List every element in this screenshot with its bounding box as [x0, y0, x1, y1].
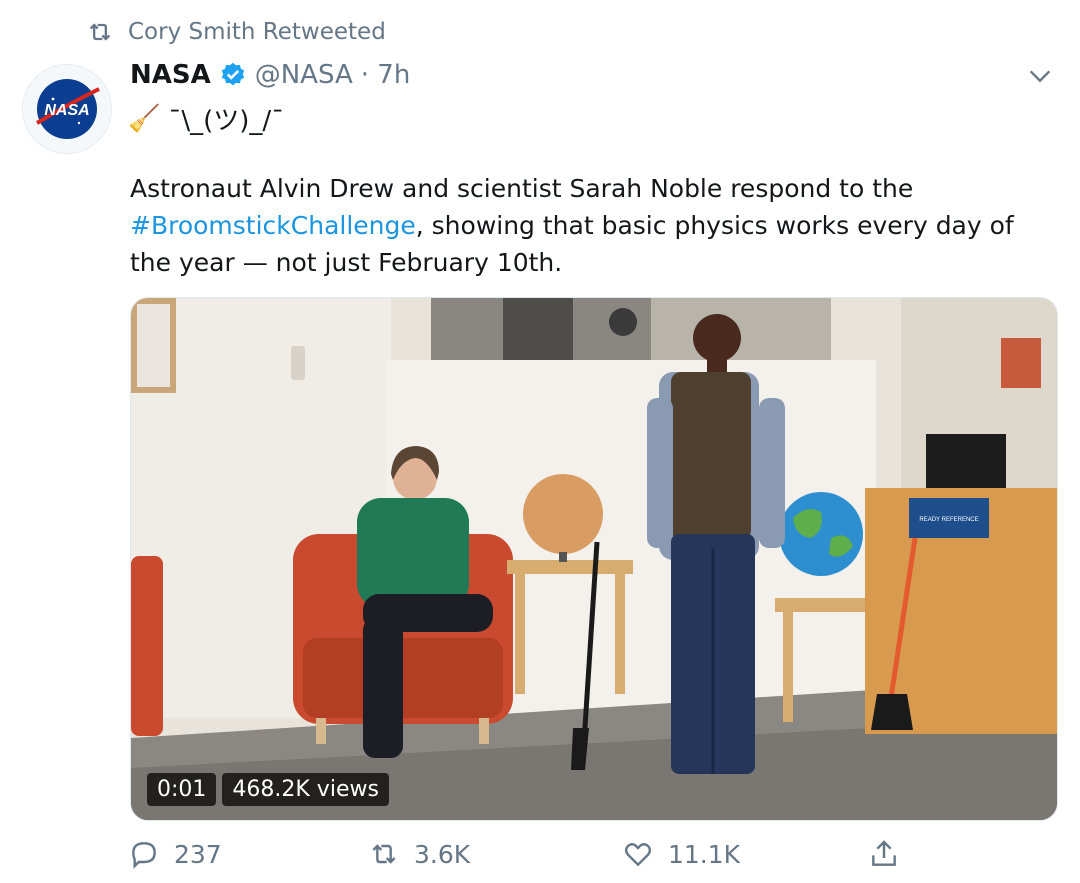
share-icon — [872, 840, 896, 866]
share-action[interactable] — [868, 838, 900, 870]
video-timestamp: 0:01 — [147, 773, 217, 806]
broom-emoji: 🧹 — [128, 103, 161, 134]
avatar-text: NASA — [44, 102, 89, 119]
tweet-header: NASA @NASA · 7h — [130, 60, 410, 90]
chevron-down-icon[interactable] — [1026, 62, 1054, 90]
tweet-time[interactable]: · 7h — [361, 60, 411, 90]
author-handle[interactable]: @NASA — [255, 60, 353, 90]
tweet-actions: 237 3.6K 11.1K — [128, 838, 918, 878]
verified-icon — [221, 62, 244, 86]
retweet-icon — [89, 23, 111, 41]
retweeted-by-text[interactable]: Cory Smith Retweeted — [128, 19, 386, 45]
retweet-count: 3.6K — [414, 839, 471, 869]
tweet-text-part1: Astronaut Alvin Drew and scientist Sarah… — [130, 174, 914, 203]
reply-action[interactable]: 237 — [128, 838, 222, 870]
shrug-text: ¯\_(ツ)_/¯ — [168, 106, 285, 136]
reply-count: 237 — [174, 839, 222, 869]
tweet-body: Astronaut Alvin Drew and scientist Sarah… — [130, 170, 1060, 281]
like-action[interactable]: 11.1K — [622, 838, 740, 870]
retweet-indicator: Cory Smith Retweeted — [86, 18, 386, 46]
retweet-action[interactable]: 3.6K — [368, 838, 470, 870]
hashtag-link[interactable]: #BroomstickChallenge — [130, 211, 416, 240]
emoji-line: 🧹 ¯\_(ツ)_/¯ — [128, 100, 284, 137]
reply-icon — [132, 842, 156, 869]
video-meta: 0:01 468.2K views — [147, 773, 389, 806]
video-player[interactable]: READY REFERENCE 0:01 468.2K views — [130, 297, 1058, 821]
like-count: 11.1K — [668, 839, 741, 869]
retweet-icon — [372, 844, 396, 864]
sign-text: READY REFERENCE — [919, 517, 978, 523]
video-views: 468.2K views — [222, 773, 389, 806]
nasa-logo-icon: NASA — [35, 79, 100, 139]
video-frame: READY REFERENCE — [131, 298, 1057, 820]
author-name[interactable]: NASA — [130, 60, 211, 90]
avatar[interactable]: NASA — [22, 64, 112, 154]
heart-icon — [624, 843, 652, 867]
